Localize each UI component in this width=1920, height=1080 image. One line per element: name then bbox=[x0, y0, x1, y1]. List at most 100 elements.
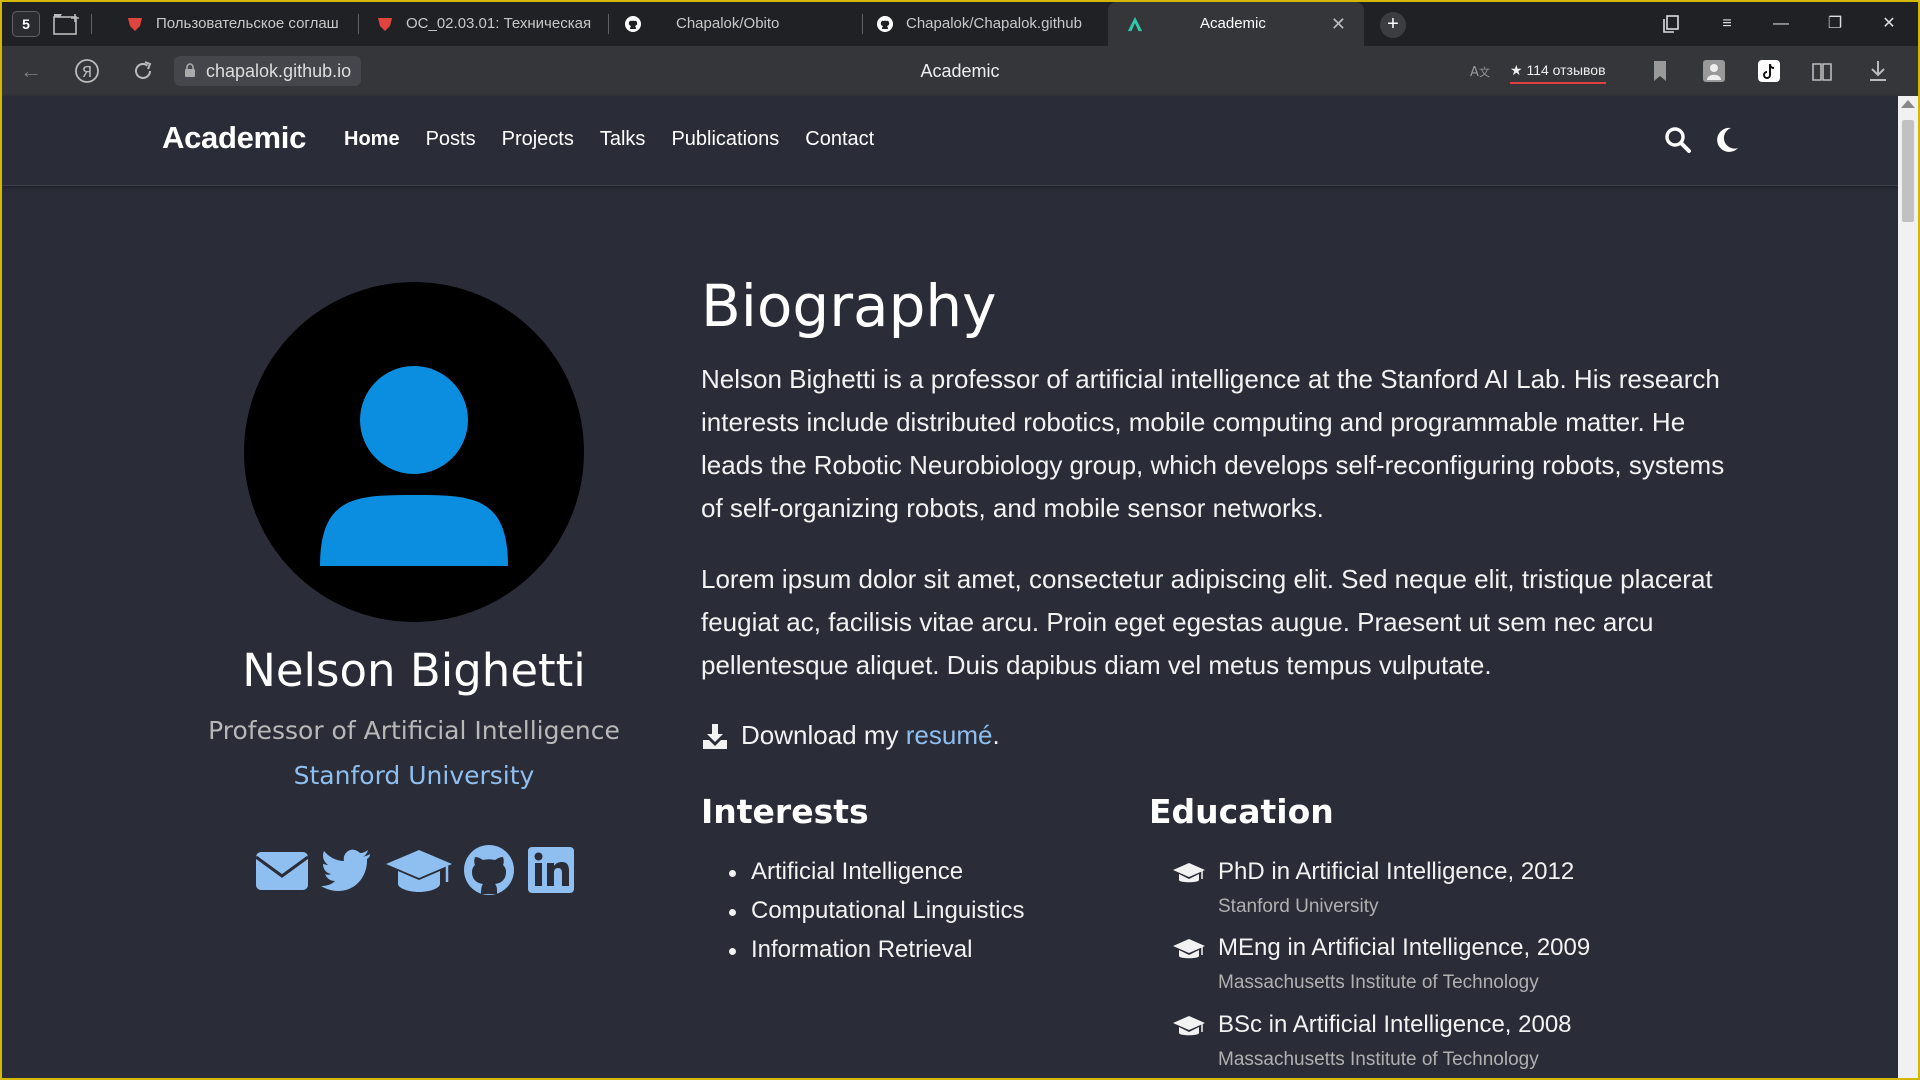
collections-icon[interactable] bbox=[1648, 2, 1694, 46]
biography-line: Lorem ipsum dolor sit amet, consectetur … bbox=[701, 564, 1713, 594]
restore-icon[interactable]: ❐ bbox=[1812, 2, 1858, 46]
reviews-badge[interactable]: ★ 114 отзывов bbox=[1510, 58, 1606, 84]
svg-text:A: A bbox=[1470, 65, 1479, 80]
graduation-cap-icon bbox=[1173, 939, 1205, 959]
nav-contact[interactable]: Contact bbox=[805, 128, 874, 151]
graduation-cap-icon[interactable] bbox=[384, 844, 454, 896]
extension-icon[interactable] bbox=[1699, 56, 1729, 86]
scroll-up-icon[interactable] bbox=[1901, 100, 1915, 108]
profile-name: Nelson Bighetti bbox=[242, 644, 586, 697]
moon-icon[interactable] bbox=[1714, 126, 1740, 154]
biography-line: Nelson Bighetti is a professor of artifi… bbox=[701, 364, 1720, 394]
github-icon bbox=[877, 16, 893, 32]
biography-paragraph: Nelson Bighetti is a professor of artifi… bbox=[701, 358, 1746, 530]
graduation-cap-icon bbox=[1173, 863, 1205, 883]
interest-item: Computational Linguistics bbox=[751, 897, 1025, 924]
tab-strip: 5 Пользовательское соглаш ОС_02.03.01: Т… bbox=[2, 2, 1918, 46]
bullet-icon bbox=[729, 948, 736, 955]
scrollbar-thumb[interactable] bbox=[1902, 120, 1914, 222]
biography-line: interests include distributed robotics, … bbox=[701, 407, 1686, 437]
tab-label: Chapalok/Obito bbox=[676, 15, 780, 32]
scrollbar[interactable] bbox=[1898, 96, 1918, 1078]
nav-projects[interactable]: Projects bbox=[502, 128, 574, 151]
shield-icon bbox=[378, 18, 392, 31]
tab-separator bbox=[608, 14, 609, 34]
address-bar: ← Я chapalok.github.io Academic A文 ★ 114… bbox=[2, 46, 1918, 96]
twitter-icon[interactable] bbox=[320, 844, 374, 896]
new-tab-button[interactable]: + bbox=[1380, 12, 1406, 38]
education-institution: Stanford University bbox=[1218, 896, 1379, 917]
envelope-icon[interactable] bbox=[254, 844, 310, 896]
nav-talks[interactable]: Talks bbox=[600, 128, 646, 151]
nav-home[interactable]: Home bbox=[344, 128, 400, 151]
tab-academic[interactable]: Academic ✕ bbox=[1108, 2, 1364, 46]
reload-icon[interactable] bbox=[128, 56, 158, 86]
tab-obito[interactable]: Chapalok/Obito bbox=[624, 2, 856, 46]
education-course: BSc in Artificial Intelligence, 2008 bbox=[1218, 1011, 1572, 1038]
profile-organization[interactable]: Stanford University bbox=[114, 761, 714, 790]
bullet-icon bbox=[729, 870, 736, 877]
browser-window: 5 Пользовательское соглаш ОС_02.03.01: Т… bbox=[2, 2, 1918, 1078]
menu-icon[interactable]: ≡ bbox=[1704, 2, 1750, 46]
nav-posts[interactable]: Posts bbox=[426, 128, 476, 151]
close-window-icon[interactable]: ✕ bbox=[1866, 2, 1912, 46]
svg-text:Я: Я bbox=[82, 63, 92, 81]
url-text: chapalok.github.io bbox=[206, 61, 352, 81]
biography-line: pellentesque aliquet. Duis dapibus diam … bbox=[701, 650, 1492, 680]
biography-heading: Biography bbox=[701, 272, 997, 340]
tab-os-technical[interactable]: ОС_02.03.01: Техническая bbox=[376, 2, 598, 46]
github-icon[interactable] bbox=[462, 844, 516, 896]
minimize-icon[interactable]: — bbox=[1758, 2, 1804, 46]
biography-line: leads the Robotic Neurobiology group, wh… bbox=[701, 450, 1725, 480]
translate-icon[interactable]: A文 bbox=[1464, 56, 1494, 86]
resume-link[interactable]: resumé bbox=[906, 720, 993, 750]
user-icon bbox=[320, 366, 508, 566]
tab-label: Academic bbox=[1200, 15, 1266, 32]
tab-separator bbox=[358, 14, 359, 34]
tab-user-agreement[interactable]: Пользовательское соглаш bbox=[126, 2, 348, 46]
linkedin-icon[interactable] bbox=[526, 844, 576, 896]
shield-icon bbox=[128, 18, 142, 31]
education-course: MEng in Artificial Intelligence, 2009 bbox=[1218, 934, 1591, 961]
education-course: PhD in Artificial Intelligence, 2012 bbox=[1218, 858, 1575, 885]
interest-item: Artificial Intelligence bbox=[751, 858, 964, 885]
interest-item: Information Retrieval bbox=[751, 936, 973, 963]
back-arrow-icon[interactable]: ← bbox=[16, 56, 46, 86]
new-tab-group-icon[interactable] bbox=[52, 12, 82, 36]
nav-publications[interactable]: Publications bbox=[671, 128, 779, 151]
bookmark-icon[interactable] bbox=[1645, 56, 1675, 86]
site-brand[interactable]: Academic bbox=[162, 120, 306, 156]
download-icon bbox=[703, 724, 727, 749]
academic-logo-icon bbox=[1127, 16, 1143, 32]
url-field[interactable]: chapalok.github.io bbox=[174, 56, 362, 86]
github-icon bbox=[625, 16, 641, 32]
search-icon[interactable] bbox=[1664, 126, 1692, 154]
tiktok-icon[interactable] bbox=[1754, 56, 1784, 86]
close-tab-icon[interactable]: ✕ bbox=[1331, 2, 1346, 46]
biography-line: feugiat ac, facilisis vitae arcu. Proin … bbox=[701, 607, 1654, 637]
biography-paragraph: Lorem ipsum dolor sit amet, consectetur … bbox=[701, 558, 1746, 687]
lock-icon bbox=[185, 63, 195, 77]
tab-chapalok-github[interactable]: Chapalok/Chapalok.github bbox=[876, 2, 1096, 46]
svg-text:文: 文 bbox=[1479, 65, 1490, 79]
download-icon[interactable] bbox=[1863, 56, 1893, 86]
download-suffix: . bbox=[992, 720, 1000, 750]
tab-counter[interactable]: 5 bbox=[12, 11, 40, 37]
bullet-icon bbox=[729, 909, 736, 916]
tab-label: Пользовательское соглаш bbox=[156, 15, 339, 32]
download-prefix: Download my bbox=[741, 720, 906, 750]
education-heading: Education bbox=[1149, 792, 1334, 831]
tab-label: ОС_02.03.01: Техническая bbox=[406, 15, 592, 32]
tab-separator bbox=[91, 14, 92, 34]
yandex-icon[interactable]: Я bbox=[72, 56, 102, 86]
tab-label: Chapalok/Chapalok.github bbox=[906, 15, 1082, 32]
avatar bbox=[244, 282, 584, 622]
site-navbar: Academic Home Posts Projects Talks Publi… bbox=[2, 96, 1898, 186]
reading-list-icon[interactable] bbox=[1807, 56, 1837, 86]
nav-links: Home Posts Projects Talks Publications C… bbox=[344, 128, 900, 151]
biography-line: of self-organizing robots, and mobile se… bbox=[701, 493, 1324, 523]
interests-heading: Interests bbox=[701, 792, 869, 831]
education-institution: Massachusetts Institute of Technology bbox=[1218, 1049, 1539, 1070]
graduation-cap-icon bbox=[1173, 1016, 1205, 1036]
education-institution: Massachusetts Institute of Technology bbox=[1218, 972, 1539, 993]
